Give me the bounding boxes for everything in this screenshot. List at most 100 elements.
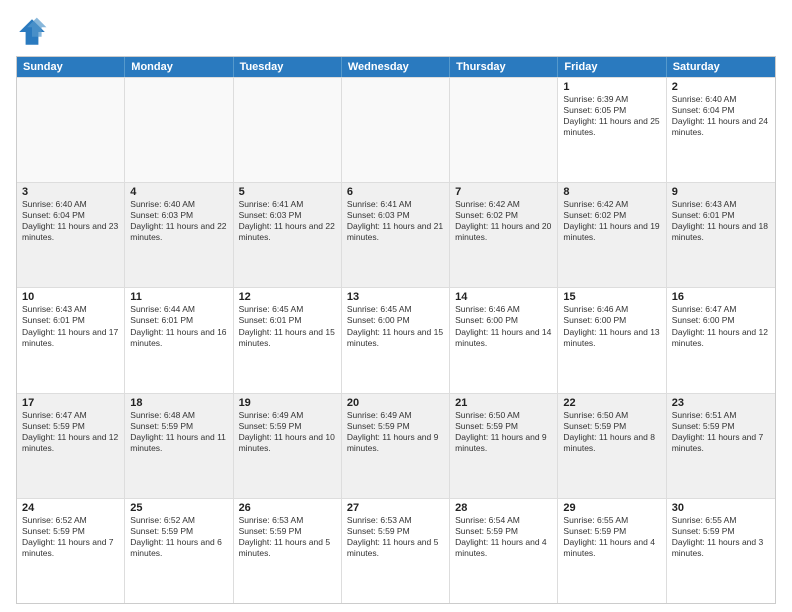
day-number-3: 3 xyxy=(22,186,119,198)
day-cell-17: 17Sunrise: 6:47 AM Sunset: 5:59 PM Dayli… xyxy=(17,394,125,498)
day-info-12: Sunrise: 6:45 AM Sunset: 6:01 PM Dayligh… xyxy=(239,304,336,348)
header-day-saturday: Saturday xyxy=(667,57,775,77)
day-number-14: 14 xyxy=(455,291,552,303)
day-cell-6: 6Sunrise: 6:41 AM Sunset: 6:03 PM Daylig… xyxy=(342,183,450,287)
day-cell-21: 21Sunrise: 6:50 AM Sunset: 5:59 PM Dayli… xyxy=(450,394,558,498)
day-cell-20: 20Sunrise: 6:49 AM Sunset: 5:59 PM Dayli… xyxy=(342,394,450,498)
day-number-23: 23 xyxy=(672,397,770,409)
empty-cell-0-4 xyxy=(450,78,558,182)
day-info-10: Sunrise: 6:43 AM Sunset: 6:01 PM Dayligh… xyxy=(22,304,119,348)
day-number-12: 12 xyxy=(239,291,336,303)
day-info-23: Sunrise: 6:51 AM Sunset: 5:59 PM Dayligh… xyxy=(672,410,770,454)
day-info-7: Sunrise: 6:42 AM Sunset: 6:02 PM Dayligh… xyxy=(455,199,552,243)
day-info-2: Sunrise: 6:40 AM Sunset: 6:04 PM Dayligh… xyxy=(672,94,770,138)
day-number-8: 8 xyxy=(563,186,660,198)
day-cell-18: 18Sunrise: 6:48 AM Sunset: 5:59 PM Dayli… xyxy=(125,394,233,498)
day-number-20: 20 xyxy=(347,397,444,409)
day-number-25: 25 xyxy=(130,502,227,514)
day-number-7: 7 xyxy=(455,186,552,198)
day-info-20: Sunrise: 6:49 AM Sunset: 5:59 PM Dayligh… xyxy=(347,410,444,454)
day-info-14: Sunrise: 6:46 AM Sunset: 6:00 PM Dayligh… xyxy=(455,304,552,348)
day-cell-12: 12Sunrise: 6:45 AM Sunset: 6:01 PM Dayli… xyxy=(234,288,342,392)
calendar-row-0: 1Sunrise: 6:39 AM Sunset: 6:05 PM Daylig… xyxy=(17,77,775,182)
day-cell-29: 29Sunrise: 6:55 AM Sunset: 5:59 PM Dayli… xyxy=(558,499,666,603)
day-cell-14: 14Sunrise: 6:46 AM Sunset: 6:00 PM Dayli… xyxy=(450,288,558,392)
day-number-18: 18 xyxy=(130,397,227,409)
day-number-24: 24 xyxy=(22,502,119,514)
day-info-30: Sunrise: 6:55 AM Sunset: 5:59 PM Dayligh… xyxy=(672,515,770,559)
day-number-22: 22 xyxy=(563,397,660,409)
day-number-10: 10 xyxy=(22,291,119,303)
day-cell-8: 8Sunrise: 6:42 AM Sunset: 6:02 PM Daylig… xyxy=(558,183,666,287)
empty-cell-0-2 xyxy=(234,78,342,182)
day-cell-9: 9Sunrise: 6:43 AM Sunset: 6:01 PM Daylig… xyxy=(667,183,775,287)
day-cell-23: 23Sunrise: 6:51 AM Sunset: 5:59 PM Dayli… xyxy=(667,394,775,498)
day-cell-22: 22Sunrise: 6:50 AM Sunset: 5:59 PM Dayli… xyxy=(558,394,666,498)
day-info-8: Sunrise: 6:42 AM Sunset: 6:02 PM Dayligh… xyxy=(563,199,660,243)
day-info-11: Sunrise: 6:44 AM Sunset: 6:01 PM Dayligh… xyxy=(130,304,227,348)
day-info-15: Sunrise: 6:46 AM Sunset: 6:00 PM Dayligh… xyxy=(563,304,660,348)
day-info-21: Sunrise: 6:50 AM Sunset: 5:59 PM Dayligh… xyxy=(455,410,552,454)
page: SundayMondayTuesdayWednesdayThursdayFrid… xyxy=(0,0,792,612)
day-cell-27: 27Sunrise: 6:53 AM Sunset: 5:59 PM Dayli… xyxy=(342,499,450,603)
day-info-3: Sunrise: 6:40 AM Sunset: 6:04 PM Dayligh… xyxy=(22,199,119,243)
day-info-26: Sunrise: 6:53 AM Sunset: 5:59 PM Dayligh… xyxy=(239,515,336,559)
day-cell-28: 28Sunrise: 6:54 AM Sunset: 5:59 PM Dayli… xyxy=(450,499,558,603)
empty-cell-0-1 xyxy=(125,78,233,182)
logo xyxy=(16,16,52,48)
header-day-tuesday: Tuesday xyxy=(234,57,342,77)
day-cell-7: 7Sunrise: 6:42 AM Sunset: 6:02 PM Daylig… xyxy=(450,183,558,287)
calendar-body: 1Sunrise: 6:39 AM Sunset: 6:05 PM Daylig… xyxy=(17,77,775,603)
day-info-27: Sunrise: 6:53 AM Sunset: 5:59 PM Dayligh… xyxy=(347,515,444,559)
day-info-28: Sunrise: 6:54 AM Sunset: 5:59 PM Dayligh… xyxy=(455,515,552,559)
day-cell-25: 25Sunrise: 6:52 AM Sunset: 5:59 PM Dayli… xyxy=(125,499,233,603)
day-cell-3: 3Sunrise: 6:40 AM Sunset: 6:04 PM Daylig… xyxy=(17,183,125,287)
day-cell-24: 24Sunrise: 6:52 AM Sunset: 5:59 PM Dayli… xyxy=(17,499,125,603)
day-number-2: 2 xyxy=(672,81,770,93)
calendar-header: SundayMondayTuesdayWednesdayThursdayFrid… xyxy=(17,57,775,77)
day-cell-30: 30Sunrise: 6:55 AM Sunset: 5:59 PM Dayli… xyxy=(667,499,775,603)
day-info-5: Sunrise: 6:41 AM Sunset: 6:03 PM Dayligh… xyxy=(239,199,336,243)
header-day-sunday: Sunday xyxy=(17,57,125,77)
header-day-friday: Friday xyxy=(558,57,666,77)
header xyxy=(16,16,776,48)
day-info-9: Sunrise: 6:43 AM Sunset: 6:01 PM Dayligh… xyxy=(672,199,770,243)
day-cell-16: 16Sunrise: 6:47 AM Sunset: 6:00 PM Dayli… xyxy=(667,288,775,392)
day-info-6: Sunrise: 6:41 AM Sunset: 6:03 PM Dayligh… xyxy=(347,199,444,243)
day-cell-1: 1Sunrise: 6:39 AM Sunset: 6:05 PM Daylig… xyxy=(558,78,666,182)
day-info-24: Sunrise: 6:52 AM Sunset: 5:59 PM Dayligh… xyxy=(22,515,119,559)
header-day-wednesday: Wednesday xyxy=(342,57,450,77)
empty-cell-0-0 xyxy=(17,78,125,182)
header-day-monday: Monday xyxy=(125,57,233,77)
day-info-16: Sunrise: 6:47 AM Sunset: 6:00 PM Dayligh… xyxy=(672,304,770,348)
day-info-13: Sunrise: 6:45 AM Sunset: 6:00 PM Dayligh… xyxy=(347,304,444,348)
day-info-29: Sunrise: 6:55 AM Sunset: 5:59 PM Dayligh… xyxy=(563,515,660,559)
day-info-22: Sunrise: 6:50 AM Sunset: 5:59 PM Dayligh… xyxy=(563,410,660,454)
day-number-26: 26 xyxy=(239,502,336,514)
header-day-thursday: Thursday xyxy=(450,57,558,77)
day-number-19: 19 xyxy=(239,397,336,409)
day-number-30: 30 xyxy=(672,502,770,514)
day-info-19: Sunrise: 6:49 AM Sunset: 5:59 PM Dayligh… xyxy=(239,410,336,454)
calendar-row-3: 17Sunrise: 6:47 AM Sunset: 5:59 PM Dayli… xyxy=(17,393,775,498)
day-number-4: 4 xyxy=(130,186,227,198)
day-number-21: 21 xyxy=(455,397,552,409)
day-number-5: 5 xyxy=(239,186,336,198)
day-number-11: 11 xyxy=(130,291,227,303)
day-number-15: 15 xyxy=(563,291,660,303)
day-cell-13: 13Sunrise: 6:45 AM Sunset: 6:00 PM Dayli… xyxy=(342,288,450,392)
day-number-17: 17 xyxy=(22,397,119,409)
day-number-29: 29 xyxy=(563,502,660,514)
day-info-25: Sunrise: 6:52 AM Sunset: 5:59 PM Dayligh… xyxy=(130,515,227,559)
day-number-1: 1 xyxy=(563,81,660,93)
day-info-4: Sunrise: 6:40 AM Sunset: 6:03 PM Dayligh… xyxy=(130,199,227,243)
day-cell-4: 4Sunrise: 6:40 AM Sunset: 6:03 PM Daylig… xyxy=(125,183,233,287)
day-cell-5: 5Sunrise: 6:41 AM Sunset: 6:03 PM Daylig… xyxy=(234,183,342,287)
day-cell-11: 11Sunrise: 6:44 AM Sunset: 6:01 PM Dayli… xyxy=(125,288,233,392)
day-number-6: 6 xyxy=(347,186,444,198)
day-cell-10: 10Sunrise: 6:43 AM Sunset: 6:01 PM Dayli… xyxy=(17,288,125,392)
day-cell-2: 2Sunrise: 6:40 AM Sunset: 6:04 PM Daylig… xyxy=(667,78,775,182)
day-cell-15: 15Sunrise: 6:46 AM Sunset: 6:00 PM Dayli… xyxy=(558,288,666,392)
day-cell-26: 26Sunrise: 6:53 AM Sunset: 5:59 PM Dayli… xyxy=(234,499,342,603)
day-info-18: Sunrise: 6:48 AM Sunset: 5:59 PM Dayligh… xyxy=(130,410,227,454)
